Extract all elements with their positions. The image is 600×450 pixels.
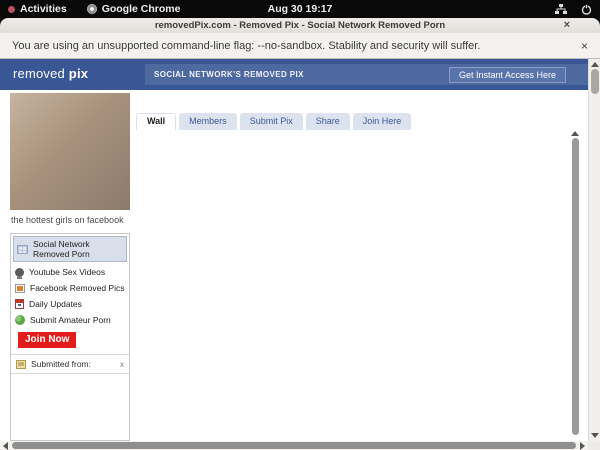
sidebar: the hottest girls on facebook Social Net… [10,93,130,441]
submitted-from-label: Submitted from: [31,359,91,369]
green-globe-icon [15,315,25,325]
photo-caption: the hottest girls on facebook [11,215,124,225]
photo-icon [15,283,25,293]
wall-content-area [136,133,578,441]
polaroid-icon [16,359,26,369]
wired-network-icon[interactable] [555,3,567,15]
tab-wall[interactable]: Wall [136,113,177,130]
sidebar-menu-box: Social Network Removed Porn Youtube Sex … [10,233,130,441]
infobar-message: You are using an unsupported command-lin… [12,39,481,52]
banner-title: SOCIAL NETWORK'S REMOVED PIX [154,70,304,79]
submitted-from-row: Submitted from: x [11,354,129,374]
tab-share[interactable]: Share [305,113,350,130]
window-titlebar[interactable]: removedPix.com - Removed Pix - Social Ne… [0,18,600,33]
scroll-up-icon[interactable] [571,131,579,136]
site-header: removed pix SOCIAL NETWORK'S REMOVED PIX… [0,59,588,90]
tab-submit-pix[interactable]: Submit Pix [239,113,303,130]
inner-scrollbar-thumb[interactable] [571,138,579,435]
sandbox-warning-infobar: You are using an unsupported command-lin… [0,33,600,59]
menu-label: Facebook Removed Pics [30,283,125,293]
browser-viewport: removed pix SOCIAL NETWORK'S REMOVED PIX… [0,59,600,450]
scroll-right-icon[interactable] [580,441,585,450]
sidebar-item-facebook-removed-pics[interactable]: Facebook Removed Pics [11,280,129,296]
grid-wall-icon [17,244,28,254]
sidebar-empty-area [11,374,129,440]
window-title: removedPix.com - Removed Pix - Social Ne… [154,20,446,31]
power-icon[interactable] [581,4,592,15]
vertical-scrollbar-thumb[interactable] [590,69,599,94]
profile-photo-placeholder[interactable] [10,93,130,210]
join-now-button[interactable]: Join Now [18,332,77,348]
menu-label: Social Network Removed Porn [33,239,90,259]
app-name-label: Google Chrome [101,3,181,15]
menu-label: Daily Updates [29,299,82,309]
scroll-down-icon[interactable] [590,433,599,438]
get-instant-access-button[interactable]: Get Instant Access Here [448,66,566,83]
main-content: Wall Members Submit Pix Share Join Here [136,90,578,441]
site-banner-bar: SOCIAL NETWORK'S REMOVED PIX Get Instant… [145,64,588,85]
tab-members[interactable]: Members [179,113,237,130]
scrollbar-corner [588,441,600,450]
submitted-close-icon[interactable]: x [120,360,124,369]
focused-app-menu[interactable]: Google Chrome [86,3,181,15]
infobar-close-icon[interactable]: × [581,39,588,53]
sidebar-item-submit-amateur-porn[interactable]: Submit Amateur Porn [11,312,129,328]
page-body: the hottest girls on facebook Social Net… [0,90,588,441]
horizontal-scrollbar-thumb[interactable] [12,442,576,449]
site-logo[interactable]: removed pix [13,66,88,81]
webcam-icon [15,267,24,279]
page-vertical-scrollbar[interactable] [588,59,600,441]
window-close-icon[interactable]: × [564,19,570,32]
calendar-icon [15,299,24,309]
activities-button[interactable]: Activities [8,3,67,15]
tab-strip: Wall Members Submit Pix Share Join Here [136,113,578,130]
menu-label: Youtube Sex Videos [29,267,106,277]
activities-label: Activities [20,3,67,15]
scroll-up-icon[interactable] [590,62,599,67]
scroll-left-icon[interactable] [3,441,8,450]
sidebar-item-youtube-sex-videos[interactable]: Youtube Sex Videos [11,264,129,280]
activities-dot-icon [8,5,15,13]
gnome-top-bar: Activities Google Chrome Aug 30 19:17 [0,0,600,18]
inner-vertical-scrollbar[interactable] [571,131,579,438]
tab-join-here[interactable]: Join Here [352,113,412,130]
sidebar-item-daily-updates[interactable]: Daily Updates [11,296,129,312]
menu-label: Submit Amateur Porn [30,315,111,325]
chrome-icon [86,4,97,14]
page-horizontal-scrollbar[interactable] [0,441,588,450]
sidebar-item-social-network-removed-porn[interactable]: Social Network Removed Porn [13,236,127,262]
